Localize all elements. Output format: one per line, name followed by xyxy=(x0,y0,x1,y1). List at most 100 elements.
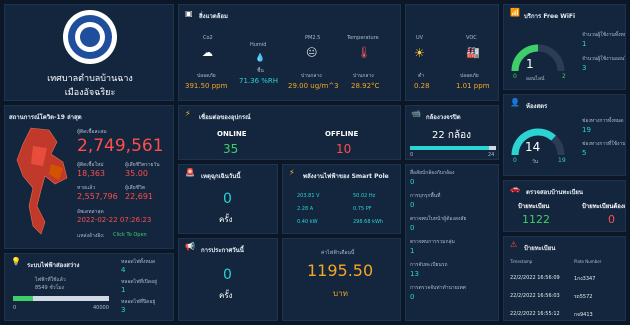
thailand-map xyxy=(16,127,68,235)
cctv-stat-label: ตรวจพบการรวมกลุ่ม xyxy=(410,239,455,245)
lights-bar-max: 40000 xyxy=(93,305,109,311)
room-gauge-min: 0 xyxy=(513,157,517,164)
wifi-users-online: 3 xyxy=(582,64,587,72)
electric-label: ค่าไฟฟ้าเดือนนี้ xyxy=(321,250,355,256)
wifi-gauge xyxy=(511,44,565,72)
cctv-bar-max: 24 xyxy=(488,152,495,158)
uv-status: ต่ำ xyxy=(418,73,425,79)
pm25-status: ปานกลาง xyxy=(301,73,322,79)
room-label2: ช่องทางการที่ใช้งาน xyxy=(582,141,626,147)
emergency-count: 0 xyxy=(223,191,232,207)
voc-value: 1.01 ppm xyxy=(456,82,490,90)
cctv-stat-label: การตรวจจับท่าทำนายเทศ xyxy=(410,285,466,291)
camera-icon: 📹 xyxy=(411,109,421,118)
environment-title: สิ่งแวดล้อม xyxy=(199,13,228,20)
humid-status: ชื้น xyxy=(257,68,264,74)
cctv-stat-label: สื่อสัยบ์กล้องกับกล้อง xyxy=(410,170,455,176)
thermometer-icon: 🌡 xyxy=(357,46,371,59)
lights-panel: 💡 ระบบไฟฟ้าส่องสว่าง ไฟฟ้าที่ใช้แล้ว 854… xyxy=(4,253,174,321)
visitors-blocked-value: 0 xyxy=(608,213,615,226)
visitors-today-label: ป้ายทะเบียน xyxy=(518,203,550,210)
cctv-title: กล้องวงจรปิด xyxy=(426,114,461,121)
person-icon: 👤 xyxy=(510,98,520,107)
smartpole-energy: 298.68 kWh xyxy=(353,219,384,225)
smartpole-title: พลังงานไฟฟ้าของ Smart Pole xyxy=(303,173,389,180)
environment-panel: ▣ สิ่งแวดล้อม Co2 ☁ ปลอดภัย 391.50 ppm H… xyxy=(178,4,401,101)
co2-label: Co2 xyxy=(203,35,213,41)
lights-on-label: หลอดไฟที่เปิดอยู่ xyxy=(121,279,158,285)
plate-row-time: 22/2/2022 16:56:03 xyxy=(510,293,560,299)
wifi-title: บริการ Free WiFi xyxy=(524,13,576,20)
cctv-stat-label: ตรวจพบใบหน้าผู้ต้องสงสัย xyxy=(410,216,467,222)
devices-online-label: ONLINE xyxy=(217,130,247,138)
water-drop-icon: 💧 xyxy=(255,53,265,62)
wifi-icon: 📶 xyxy=(510,8,520,17)
visitors-today-value: 1122 xyxy=(522,213,550,226)
devices-offline-label: OFFLINE xyxy=(325,130,359,138)
smartpole-power-factor: 0.75 PF xyxy=(353,206,372,212)
room-value2: 5 xyxy=(582,149,587,157)
cctv-stat-value: 0 xyxy=(410,224,415,232)
room-unit: วัน xyxy=(532,159,539,165)
cctv-stat-value: 13 xyxy=(410,270,419,278)
smartpole-panel: ⚡ พลังงานไฟฟ้าของ Smart Pole 203.81 V 50… xyxy=(282,164,401,234)
pm25-value: 29.00 ug/m^3 xyxy=(288,82,339,90)
visitors-title: ตรวจสอบบ้านทะเบียน xyxy=(526,189,584,196)
lights-off-value: 3 xyxy=(121,306,126,314)
uv-label: UV xyxy=(416,35,424,41)
plates-title: ป้ายทะเบียน xyxy=(524,245,556,252)
cctv-bar xyxy=(410,146,496,150)
room-label1: ช่องทางการทั้งหมด xyxy=(582,118,624,124)
wifi-users-online-label: จำนวนผู้ใช้งานออนไล xyxy=(582,56,626,62)
covid-deaths-label: ผู้เสียชีวิตรายวัน xyxy=(125,162,160,168)
covid-new-value: 18,363 xyxy=(77,169,105,178)
uv-voc-panel: UV ☀ ต่ำ 0.28 VOC 🏭 ปลอดภัย 1.01 ppm xyxy=(405,4,499,101)
temperature-label: Temperature xyxy=(347,35,379,41)
cctv-stat-value: 1 xyxy=(410,247,415,255)
plate-row-number: รถ5572 xyxy=(574,294,593,300)
cloud-icon: ☁ xyxy=(202,46,213,59)
voc-status: ปลอดภัย xyxy=(460,73,479,79)
devices-online-value: 35 xyxy=(223,142,239,156)
voc-label: VOC xyxy=(466,35,477,41)
emergency-title: เหตุฉุกเฉินวันนี้ xyxy=(201,173,241,180)
covid-updated-value: 2022-02-22 07:26:23 xyxy=(77,216,152,224)
co2-status: ปลอดภัย xyxy=(197,73,216,79)
lightning-icon: ⚡ xyxy=(185,109,191,118)
covid-confirmed-value: 2,749,561 xyxy=(77,136,164,156)
smartpole-frequency: 50.02 Hz xyxy=(353,193,376,199)
room-gauge-max: 19 xyxy=(558,157,566,164)
covid-source-label: แหล่งอ้างอิง: xyxy=(77,233,105,239)
cctv-stat-value: 0 xyxy=(410,293,415,301)
lightbulb-icon: 💡 xyxy=(11,257,21,266)
car-icon: 🚗 xyxy=(510,184,520,193)
temperature-status: ปานกลาง xyxy=(353,73,374,79)
devices-title: เชื่อมต่อของอุปกรณ์ xyxy=(199,114,251,121)
lights-used-label: ไฟฟ้าที่ใช้แล้ว xyxy=(35,277,66,283)
cctv-stat-value: 0 xyxy=(410,201,415,209)
wifi-panel: 📶 บริการ Free WiFi 1 ออนไลน์ 0 2 จำนวนผู… xyxy=(503,4,626,90)
cctv-stat-label: การจับทะเบียนรถ xyxy=(410,262,448,268)
cctv-stats-panel: สื่อสัยบ์กล้องกับกล้อง 0 การบุกรุกพื้นที… xyxy=(405,164,499,321)
wifi-users-today: 1 xyxy=(582,40,587,48)
room-count: 14 xyxy=(525,140,541,154)
municipality-panel: เทศบาลตำบลบ้านฉาง เมืองอัจฉริยะ xyxy=(4,4,174,101)
pm25-label: PM2.5 xyxy=(305,35,321,41)
room-panel: 👤 ห้องสตร 14 วัน 0 19 ช่องทางการทั้งหมด … xyxy=(503,94,626,176)
wifi-count-label: ออนไลน์ xyxy=(526,76,545,82)
announce-count: 0 xyxy=(223,267,232,283)
plate-row-time: 22/2/2022 16:56:09 xyxy=(510,275,560,281)
visitors-panel: 🚗 ตรวจสอบบ้านทะเบียน ป้ายทะเบียน 1122 ป้… xyxy=(503,180,626,232)
factory-icon: 🏭 xyxy=(466,46,480,59)
devices-panel: ⚡ เชื่อมต่อของอุปกรณ์ ONLINE 35 OFFLINE … xyxy=(178,105,401,160)
lights-off-label: หลอดไฟที่ปิดอยู่ xyxy=(121,299,156,305)
cctv-bar-min: 0 xyxy=(410,152,414,158)
announce-unit: ครั้ง xyxy=(219,291,233,300)
covid-source-link[interactable]: Click To Open xyxy=(113,232,147,238)
smartpole-voltage: 203.81 V xyxy=(297,193,320,199)
bolt-icon: ⚡ xyxy=(289,168,295,177)
siren-icon: 🚨 xyxy=(185,168,195,177)
cctv-stat-value: 0 xyxy=(410,178,415,186)
plates-col-time: Timestamp xyxy=(510,259,533,264)
megaphone-icon: 📢 xyxy=(185,242,195,251)
